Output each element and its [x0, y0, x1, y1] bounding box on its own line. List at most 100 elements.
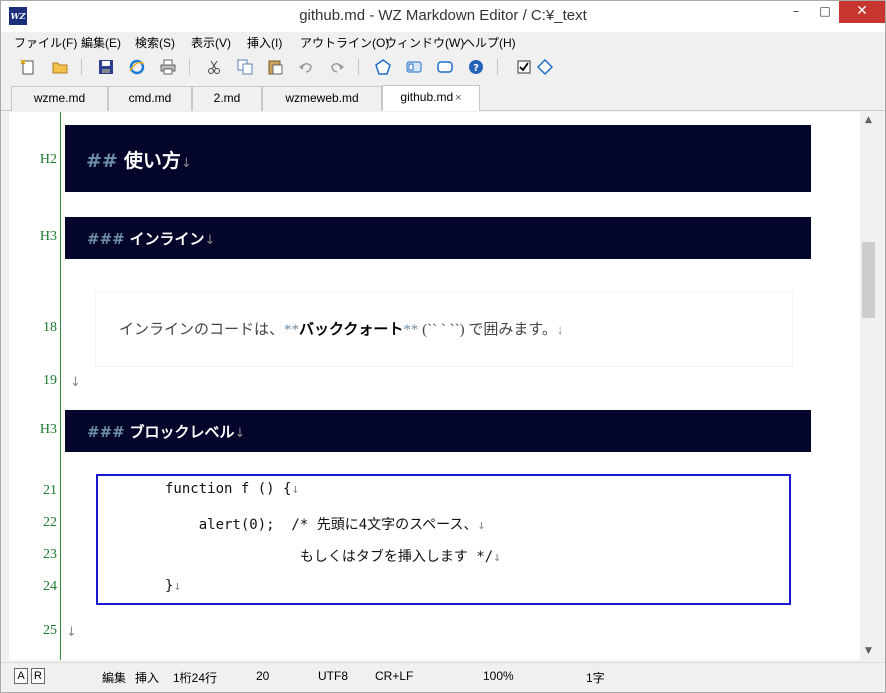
bold-marks: ** — [284, 322, 300, 338]
scroll-up-icon[interactable]: ▲ — [860, 112, 877, 129]
menu-insert[interactable]: 挿入(I) — [247, 34, 282, 51]
eol-mark: ↓ — [477, 518, 486, 533]
open-folder-icon[interactable] — [50, 57, 70, 77]
line-number: 25 — [43, 623, 57, 638]
line-number: 19 — [43, 373, 57, 388]
eol-mark: ↓ — [291, 482, 300, 497]
code-line: }↓ — [165, 578, 181, 594]
vertical-scrollbar[interactable]: ▲ ▼ — [860, 112, 877, 660]
eol-mark: ↓ — [234, 426, 246, 441]
scroll-thumb[interactable] — [862, 242, 875, 318]
save-icon[interactable] — [96, 57, 116, 77]
code-text: alert(0); /* 先頭に4文字のスペース、 — [165, 517, 478, 533]
menu-edit[interactable]: 編集(E) — [81, 34, 121, 51]
toolbar-divider — [81, 59, 82, 75]
menu-bar: ファイル(F) 編集(E) 検索(S) 表示(V) 挿入(I) アウトライン(O… — [1, 32, 885, 52]
maximize-button[interactable]: □ — [811, 1, 839, 23]
tab-bar: wzme.md cmd.md 2.md wzmeweb.md github.md… — [1, 83, 885, 111]
browser-icon[interactable] — [127, 57, 147, 77]
paragraph-post: (`` ` ``) で囲みます。 — [418, 322, 557, 338]
redo-icon[interactable] — [327, 57, 347, 77]
heading-marks: ## — [86, 150, 118, 172]
line-number: 24 — [43, 579, 57, 594]
svg-text:?: ? — [473, 63, 479, 74]
print-icon[interactable] — [158, 57, 178, 77]
checkbox-icon[interactable] — [514, 57, 534, 77]
toolbar-divider — [358, 59, 359, 75]
code-text: function f () { — [165, 481, 292, 497]
status-value: 20 — [256, 669, 270, 683]
tab-label: github.md — [400, 90, 454, 104]
line-number: 18 — [43, 320, 57, 335]
paragraph-pre: インラインのコードは、 — [119, 322, 285, 338]
code-text: もしくはタブを挿入します */ — [165, 549, 494, 565]
line-number: H2 — [39, 152, 57, 167]
heading-text: 使い方 — [123, 150, 181, 172]
new-file-icon[interactable] — [18, 57, 38, 77]
scroll-down-icon[interactable]: ▼ — [860, 643, 877, 660]
line-number: 21 — [43, 483, 57, 498]
toolbar-divider — [189, 59, 190, 75]
help-icon[interactable]: ? — [466, 57, 486, 77]
tab-wzmeweb[interactable]: wzmeweb.md — [262, 86, 382, 111]
title-bar: WZ github.md - WZ Markdown Editor / C:¥_… — [1, 1, 885, 32]
eol-mark: ↓ — [173, 579, 182, 594]
eol-mark: ↓ — [556, 322, 564, 337]
copy-icon[interactable] — [235, 57, 255, 77]
menu-view[interactable]: 表示(V) — [191, 34, 231, 51]
eol-mark: ↓ — [66, 625, 77, 640]
heading-marks: ### — [87, 230, 125, 248]
status-zoom: 100% — [483, 669, 514, 683]
menu-outline[interactable]: アウトライン(O) — [300, 34, 389, 51]
status-encoding: UTF8 — [318, 669, 348, 683]
rounded-rect-icon[interactable] — [435, 57, 455, 77]
line-number: H3 — [39, 422, 57, 437]
toolbar: ? — [1, 53, 885, 81]
tab-label: wzme.md — [33, 91, 86, 105]
tab-close-icon[interactable]: × — [455, 92, 461, 104]
paste-icon[interactable] — [265, 57, 285, 77]
heading-h2: ## 使い方↓ — [86, 146, 192, 173]
cut-icon[interactable] — [204, 57, 224, 77]
tab-label: wzmeweb.md — [285, 91, 359, 105]
tab-label: cmd.md — [128, 91, 172, 105]
menu-window[interactable]: ウィンドウ(W) — [385, 34, 464, 51]
panel-icon[interactable] — [404, 57, 424, 77]
tab-cmd[interactable]: cmd.md — [108, 86, 192, 111]
gutter-divider — [60, 112, 61, 660]
line-number: 22 — [43, 515, 57, 530]
bold-marks: ** — [403, 322, 419, 338]
heading-h3: ### ブロックレベル↓ — [87, 421, 245, 442]
tab-2[interactable]: 2.md — [192, 86, 262, 111]
tab-label: 2.md — [213, 91, 241, 105]
diamond-icon[interactable] — [535, 57, 555, 77]
tab-github[interactable]: github.md × — [382, 85, 480, 111]
status-chars: 1字 — [586, 671, 605, 685]
toolbar-divider — [497, 59, 498, 75]
status-position: 1桁24行 — [173, 671, 218, 685]
status-bar: A R 編集 挿入 1桁24行 20 UTF8 CR+LF 100% 1字 — [1, 662, 885, 692]
minimize-button[interactable]: – — [781, 1, 811, 23]
tab-wzme[interactable]: wzme.md — [11, 86, 108, 111]
heading-h3: ### インライン↓ — [87, 228, 215, 249]
line-number: 23 — [43, 547, 57, 562]
code-line: もしくはタブを挿入します */↓ — [165, 546, 501, 566]
eol-mark: ↓ — [204, 233, 216, 248]
eol-mark: ↓ — [70, 375, 81, 390]
menu-search[interactable]: 検索(S) — [135, 34, 175, 51]
pentagon-icon[interactable] — [373, 57, 393, 77]
undo-icon[interactable] — [296, 57, 316, 77]
eol-mark: ↓ — [180, 156, 192, 171]
menu-help[interactable]: ヘルプ(H) — [463, 34, 516, 51]
code-line: alert(0); /* 先頭に4文字のスペース、↓ — [165, 514, 486, 534]
window-title: github.md - WZ Markdown Editor / C:¥_tex… — [299, 7, 587, 24]
close-button[interactable]: ✕ — [839, 1, 885, 23]
status-box-r[interactable]: R — [31, 668, 45, 684]
status-box-a[interactable]: A — [14, 668, 28, 684]
heading-marks: ### — [87, 423, 125, 441]
menu-file[interactable]: ファイル(F) — [14, 34, 77, 51]
editor-pane[interactable]: H2 ## 使い方↓ H3 ### インライン↓ 18 インラインのコードは、*… — [9, 112, 860, 660]
eol-mark: ↓ — [493, 550, 501, 565]
heading-text: ブロックレベル — [129, 423, 235, 441]
app-window: WZ github.md - WZ Markdown Editor / C:¥_… — [0, 0, 886, 693]
